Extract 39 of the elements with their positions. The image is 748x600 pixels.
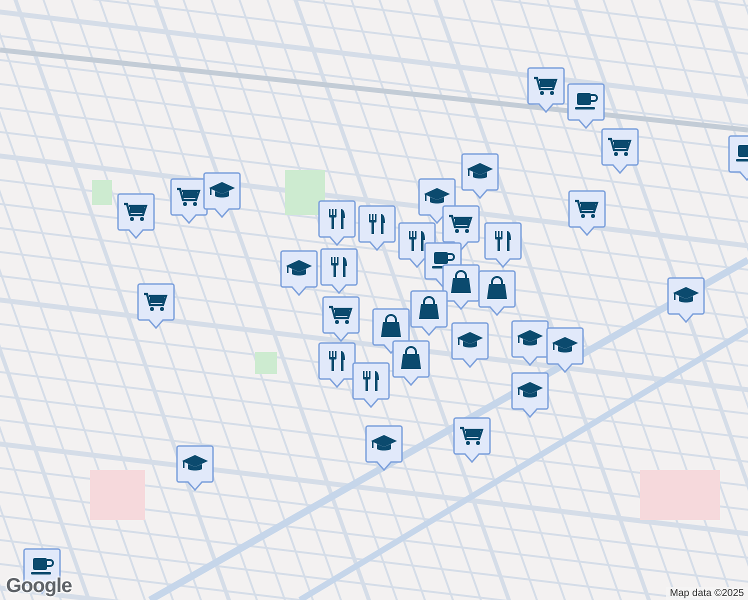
graduation-cap-icon bbox=[182, 455, 208, 470]
cart-icon bbox=[534, 76, 558, 95]
fork-knife-icon bbox=[369, 214, 385, 234]
cart-icon bbox=[144, 292, 168, 311]
cart-icon bbox=[124, 202, 148, 221]
shopping-bag-icon bbox=[381, 314, 401, 337]
cart-icon bbox=[460, 426, 484, 445]
shopping-bag-icon bbox=[419, 296, 439, 319]
graduation-cap-icon bbox=[467, 163, 493, 178]
fork-knife-icon bbox=[329, 351, 345, 371]
fork-knife-icon bbox=[409, 231, 425, 251]
hospital-area bbox=[90, 470, 145, 520]
cart-icon bbox=[177, 188, 201, 206]
park-area bbox=[255, 352, 277, 374]
graduation-cap-icon bbox=[209, 182, 235, 198]
graduation-cap-icon bbox=[457, 332, 483, 348]
cup-icon bbox=[736, 145, 748, 162]
graduation-cap-icon bbox=[424, 188, 450, 204]
fork-knife-icon bbox=[331, 257, 347, 277]
cart-icon bbox=[608, 138, 632, 156]
fork-knife-icon bbox=[495, 231, 511, 251]
fork-knife-icon bbox=[329, 209, 345, 229]
cup-icon bbox=[575, 93, 598, 110]
park-area bbox=[285, 170, 325, 215]
graduation-cap-icon bbox=[673, 287, 699, 302]
shopping-bag-icon bbox=[487, 276, 507, 299]
graduation-cap-icon bbox=[517, 382, 543, 398]
graduation-cap-icon bbox=[517, 330, 543, 346]
fork-knife-icon bbox=[363, 371, 379, 391]
graduation-cap-icon bbox=[552, 337, 578, 352]
cart-icon bbox=[449, 214, 473, 233]
graduation-cap-icon bbox=[286, 260, 312, 276]
shopping-bag-icon bbox=[451, 270, 471, 293]
cart-icon bbox=[575, 200, 599, 218]
park-area bbox=[92, 180, 112, 205]
shopping-bag-icon bbox=[401, 346, 421, 369]
graduation-cap-icon bbox=[371, 435, 397, 450]
cup-icon bbox=[31, 558, 54, 574]
cart-icon bbox=[329, 306, 353, 324]
